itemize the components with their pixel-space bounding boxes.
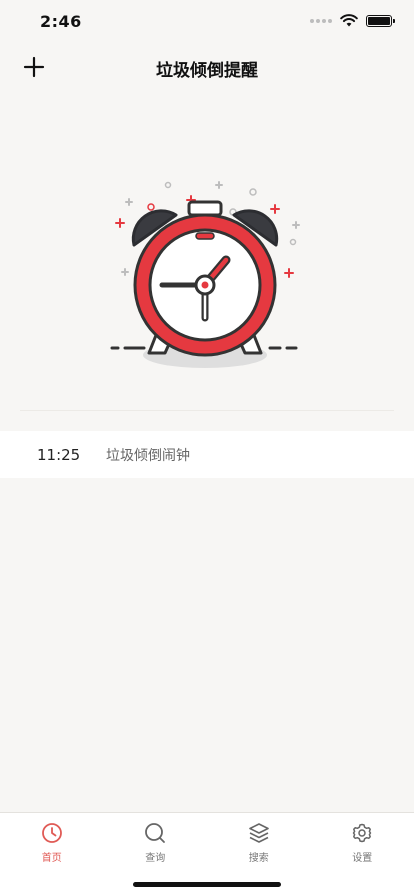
tab-search-label: 搜索 xyxy=(248,853,269,864)
tab-query-label: 查询 xyxy=(145,853,166,864)
app-screen: 2:46 垃圾倾倒提醒 11:25 垃圾倾倒闹钟 首页 查询 搜索 设置 xyxy=(0,0,414,896)
alarm-list: 11:25 垃圾倾倒闹钟 xyxy=(0,431,414,478)
page-title: 垃圾倾倒提醒 xyxy=(156,61,258,81)
status-time: 2:46 xyxy=(40,12,82,31)
alarm-time: 11:25 xyxy=(37,445,81,464)
layers-icon xyxy=(248,823,269,843)
signal-icon xyxy=(310,18,332,23)
tab-home-label: 首页 xyxy=(41,853,62,864)
status-bar: 2:46 xyxy=(0,0,414,44)
hero-divider xyxy=(20,410,394,411)
status-icons xyxy=(310,14,395,27)
tab-home[interactable]: 首页 xyxy=(0,813,104,896)
alarm-row[interactable]: 11:25 垃圾倾倒闹钟 xyxy=(0,431,414,478)
alarm-label: 垃圾倾倒闹钟 xyxy=(106,447,190,464)
tab-settings-label: 设置 xyxy=(352,853,373,864)
alarm-clock-icon xyxy=(110,181,300,368)
alarm-illustration xyxy=(0,150,414,380)
gear-icon xyxy=(353,823,372,843)
nav-bar: 垃圾倾倒提醒 xyxy=(0,44,414,90)
home-indicator xyxy=(133,882,281,887)
tab-settings[interactable]: 设置 xyxy=(311,813,414,896)
clock-icon xyxy=(41,823,62,843)
wifi-icon xyxy=(340,14,358,27)
battery-icon xyxy=(366,14,395,27)
search-icon xyxy=(145,823,166,843)
